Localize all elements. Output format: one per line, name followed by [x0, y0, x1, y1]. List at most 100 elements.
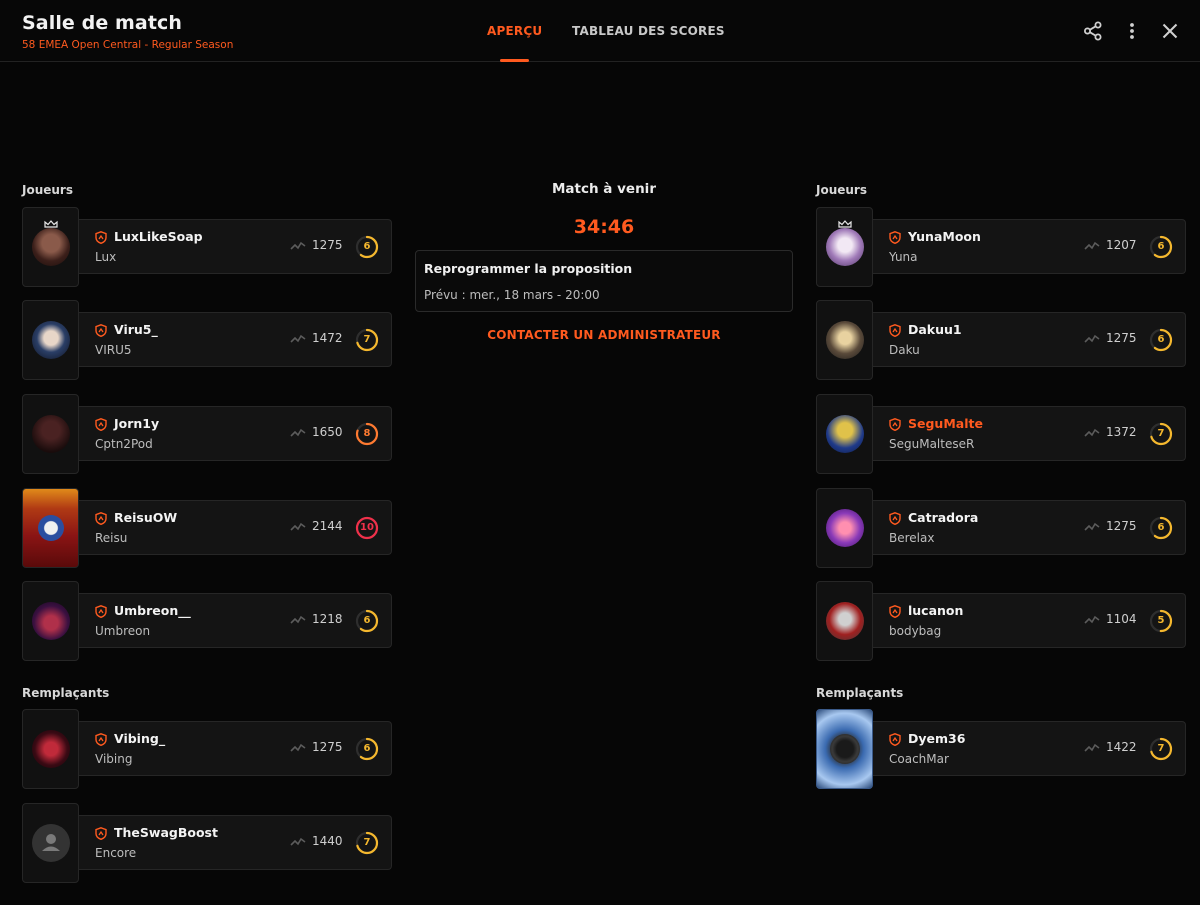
player-card[interactable]: LuxLikeSoap Lux 1275 6	[79, 219, 392, 274]
avatar-frame	[22, 709, 79, 789]
player-rating: 1218	[312, 612, 343, 626]
player-card[interactable]: Dakuu1 Daku 1275 6	[873, 312, 1186, 367]
avatar	[829, 734, 860, 764]
left-subs-heading: Remplaçants	[22, 686, 110, 700]
player-card[interactable]: TheSwagBoost Encore 1440 7	[79, 815, 392, 870]
trend-icon	[290, 743, 306, 753]
player-row[interactable]: LuxLikeSoap Lux 1275 6	[22, 207, 392, 287]
captain-crown-icon	[837, 213, 852, 228]
player-display-name: Yuna	[889, 250, 918, 264]
trend-icon	[290, 241, 306, 251]
player-row[interactable]: Catradora Berelax 1275 6	[816, 488, 1186, 568]
player-name[interactable]: ReisuOW	[114, 510, 177, 525]
reschedule-proposal-card[interactable]: Reprogrammer la proposition Prévu : mer.…	[415, 250, 793, 312]
level-badge: 8	[355, 422, 379, 446]
level-number: 8	[363, 428, 371, 439]
avatar-frame	[22, 803, 79, 883]
player-card[interactable]: Viru5_ VIRU5 1472 7	[79, 312, 392, 367]
level-badge: 10	[355, 516, 379, 540]
level-number: 7	[1157, 743, 1165, 754]
level-badge: 6	[355, 737, 379, 761]
player-row[interactable]: Dyem36 CoachMar 1422 7	[816, 709, 1186, 789]
player-row[interactable]: TheSwagBoost Encore 1440 7	[22, 803, 392, 883]
player-row[interactable]: Dakuu1 Daku 1275 6	[816, 300, 1186, 380]
contact-admin-button[interactable]: CONTACTER UN ADMINISTRATEUR	[415, 328, 793, 342]
level-number: 6	[363, 615, 371, 626]
player-row[interactable]: lucanon bodybag 1104 5	[816, 581, 1186, 661]
player-name[interactable]: Dakuu1	[908, 322, 962, 337]
player-display-name: Cptn2Pod	[95, 437, 153, 451]
match-status-title: Match à venir	[552, 181, 656, 197]
player-card[interactable]: Jorn1y Cptn2Pod 1650 8	[79, 406, 392, 461]
shield-icon	[95, 324, 107, 337]
tab-scoreboard[interactable]: TABLEAU DES SCORES	[572, 24, 725, 38]
shield-icon	[95, 512, 107, 525]
level-number: 10	[360, 522, 374, 533]
player-rating: 1650	[312, 425, 343, 439]
trend-icon	[1084, 522, 1100, 532]
tab-apercu[interactable]: APERÇU	[487, 24, 542, 38]
active-tab-indicator	[500, 59, 529, 62]
shield-icon	[889, 418, 901, 431]
player-card[interactable]: Dyem36 CoachMar 1422 7	[873, 721, 1186, 776]
avatar	[825, 509, 864, 547]
player-display-name: Reisu	[95, 531, 128, 545]
player-display-name: Umbreon	[95, 624, 151, 638]
countdown-timer: 34:46	[573, 216, 635, 238]
player-row[interactable]: Jorn1y Cptn2Pod 1650 8	[22, 394, 392, 474]
player-name[interactable]: Dyem36	[908, 731, 965, 746]
trend-icon	[290, 522, 306, 532]
level-number: 5	[1157, 615, 1165, 626]
trend-icon	[290, 334, 306, 344]
player-card[interactable]: ReisuOW Reisu 2144 10	[79, 500, 392, 555]
shield-icon	[95, 733, 107, 746]
right-players-heading: Joueurs	[816, 183, 867, 197]
player-row[interactable]: ReisuOW Reisu 2144 10	[22, 488, 392, 568]
player-row[interactable]: YunaMoon Yuna 1207 6	[816, 207, 1186, 287]
level-badge: 7	[1149, 422, 1173, 446]
trend-icon	[1084, 428, 1100, 438]
player-name[interactable]: Vibing_	[114, 731, 165, 746]
left-players-heading: Joueurs	[22, 183, 73, 197]
player-row[interactable]: SeguMalte SeguMalteseR 1372 7	[816, 394, 1186, 474]
level-badge: 7	[355, 831, 379, 855]
player-display-name: Lux	[95, 250, 117, 264]
player-rating: 1275	[1106, 519, 1137, 533]
player-display-name: Daku	[889, 343, 920, 357]
player-name[interactable]: lucanon	[908, 603, 963, 618]
player-rating: 1104	[1106, 612, 1137, 626]
trend-icon	[290, 615, 306, 625]
avatar	[825, 321, 864, 359]
avatar	[825, 415, 864, 453]
shield-icon	[95, 605, 107, 618]
avatar	[31, 321, 70, 359]
player-name[interactable]: SeguMalte	[908, 416, 983, 431]
level-badge: 6	[1149, 328, 1173, 352]
player-card[interactable]: Vibing_ Vibing 1275 6	[79, 721, 392, 776]
player-name[interactable]: Catradora	[908, 510, 978, 525]
avatar	[31, 228, 70, 266]
proposal-title: Reprogrammer la proposition	[424, 261, 633, 276]
close-icon[interactable]	[1159, 20, 1181, 42]
player-row[interactable]: Viru5_ VIRU5 1472 7	[22, 300, 392, 380]
player-card[interactable]: YunaMoon Yuna 1207 6	[873, 219, 1186, 274]
player-card[interactable]: Umbreon__ Umbreon 1218 6	[79, 593, 392, 648]
player-name[interactable]: Umbreon__	[114, 603, 191, 618]
player-card[interactable]: Catradora Berelax 1275 6	[873, 500, 1186, 555]
player-name[interactable]: LuxLikeSoap	[114, 229, 203, 244]
trend-icon	[290, 428, 306, 438]
share-icon[interactable]	[1082, 20, 1104, 42]
level-number: 6	[363, 743, 371, 754]
more-vertical-icon[interactable]	[1121, 20, 1143, 42]
player-name[interactable]: TheSwagBoost	[114, 825, 218, 840]
player-name[interactable]: Viru5_	[114, 322, 158, 337]
player-name[interactable]: Jorn1y	[114, 416, 159, 431]
player-display-name: VIRU5	[95, 343, 132, 357]
player-card[interactable]: SeguMalte SeguMalteseR 1372 7	[873, 406, 1186, 461]
player-card[interactable]: lucanon bodybag 1104 5	[873, 593, 1186, 648]
level-number: 6	[1157, 522, 1165, 533]
player-name[interactable]: YunaMoon	[908, 229, 981, 244]
player-row[interactable]: Umbreon__ Umbreon 1218 6	[22, 581, 392, 661]
player-row[interactable]: Vibing_ Vibing 1275 6	[22, 709, 392, 789]
avatar-frame	[816, 709, 873, 789]
